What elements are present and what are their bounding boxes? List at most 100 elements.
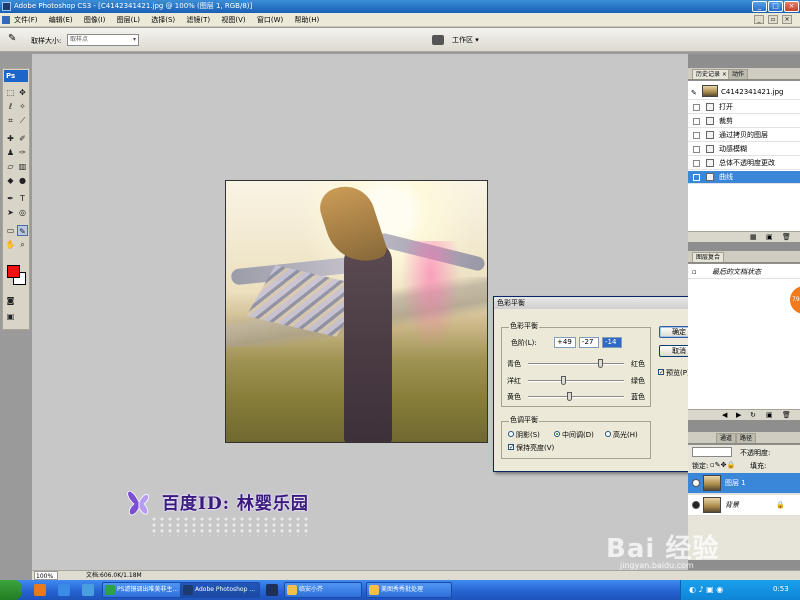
taskbar-task-active[interactable]: Adobe Photoshop ...	[180, 582, 260, 598]
trash-icon[interactable]: 🗑	[782, 233, 791, 241]
doc-close-button[interactable]: ×	[782, 15, 792, 24]
preview-checkbox[interactable]: ✓	[658, 369, 664, 376]
move-tool-icon[interactable]: ✥	[17, 87, 28, 98]
history-source-checkbox[interactable]	[693, 118, 700, 125]
slider-magenta-green-thumb[interactable]	[561, 376, 567, 385]
clone-stamp-tool-icon[interactable]: ♟	[5, 147, 16, 158]
screen-mode-icon[interactable]: ▣	[5, 311, 16, 322]
pen-tool-icon[interactable]: ✒	[5, 193, 16, 204]
slider-yellow-blue-track[interactable]	[528, 396, 624, 398]
level-cyan-red-input[interactable]: +49	[554, 337, 576, 348]
tab-channels[interactable]: 通道	[716, 433, 737, 443]
hand-tool-icon[interactable]: ✋	[5, 239, 16, 250]
history-source-checkbox[interactable]	[693, 104, 700, 111]
dodge-tool-icon[interactable]: ●	[17, 175, 28, 186]
window-title-bar[interactable]: Adobe Photoshop CS3 - [C4142341421.jpg @…	[0, 0, 800, 13]
slider-yellow-blue-thumb[interactable]	[567, 392, 573, 401]
new-document-icon[interactable]: ▦	[750, 233, 757, 241]
marquee-tool-icon[interactable]: ⬚	[5, 87, 16, 98]
type-tool-icon[interactable]: T	[17, 193, 28, 204]
taskbar-task[interactable]: 临安小芥	[284, 582, 362, 598]
menu-file[interactable]: 文件(F)	[14, 16, 38, 24]
lock-icons[interactable]: ▫✎✥🔒	[710, 461, 735, 469]
tab-paths[interactable]: 路径	[736, 433, 757, 443]
zoom-field[interactable]: 100%	[34, 571, 58, 580]
history-item[interactable]: 打开	[688, 101, 800, 114]
preserve-luminosity-label[interactable]: 保持亮度(V)	[516, 443, 554, 453]
eye-icon[interactable]	[692, 479, 700, 487]
radio-highlights-label[interactable]: 高光(H)	[613, 430, 638, 440]
level-yellow-blue-input[interactable]: -14	[602, 337, 622, 348]
radio-shadows-label[interactable]: 阴影(S)	[516, 430, 540, 440]
menu-window[interactable]: 窗口(W)	[257, 16, 283, 24]
crop-tool-icon[interactable]: ⌗	[5, 115, 16, 126]
quick-mask-icon[interactable]: ◙	[5, 295, 16, 306]
doc-minimize-button[interactable]: _	[754, 15, 764, 24]
update-icon[interactable]: ↻	[750, 411, 756, 419]
layer-row-selected[interactable]: 图层 1	[688, 473, 800, 494]
taskbar-app-icon[interactable]	[266, 584, 278, 596]
menu-select[interactable]: 选择(S)	[151, 16, 175, 24]
notes-tool-icon[interactable]: ▭	[5, 225, 16, 236]
tab-history[interactable]: 历史记录 ×	[692, 69, 731, 79]
history-source-checkbox[interactable]	[693, 146, 700, 153]
history-item[interactable]: 通过拷贝的图层	[688, 129, 800, 142]
tab-actions[interactable]: 动作	[728, 69, 749, 79]
brush-tool-icon[interactable]: ✐	[17, 133, 28, 144]
menu-image[interactable]: 图像(I)	[84, 16, 106, 24]
next-icon[interactable]: ▶	[736, 411, 741, 419]
new-comp-icon[interactable]: ▣	[766, 411, 773, 419]
dialog-title[interactable]: 色彩平衡	[494, 297, 708, 309]
slice-tool-icon[interactable]: ⟋	[17, 115, 28, 126]
maximize-button[interactable]: □	[768, 1, 783, 12]
quicklaunch-ie-icon[interactable]	[58, 584, 70, 596]
document-menu-icon[interactable]	[2, 16, 10, 24]
close-button[interactable]: ×	[784, 1, 799, 12]
menu-filter[interactable]: 滤镜(T)	[186, 16, 210, 24]
history-item[interactable]: 动感模糊	[688, 143, 800, 156]
healing-brush-tool-icon[interactable]: ✚	[5, 133, 16, 144]
tab-layer-comps[interactable]: 图层复合	[692, 252, 725, 262]
slider-magenta-green-track[interactable]	[528, 380, 624, 382]
sample-size-select[interactable]: 取样点 ▾	[67, 34, 139, 46]
magic-wand-tool-icon[interactable]: ✧	[17, 101, 28, 112]
layer-comp-row[interactable]: ▫ 最后的文档状态	[688, 266, 800, 279]
gradient-tool-icon[interactable]: ▥	[17, 161, 28, 172]
history-source-checkbox[interactable]	[693, 160, 700, 167]
preview-label[interactable]: 预览(P)	[666, 368, 690, 378]
taskbar-task[interactable]: 美图秀秀批处理	[366, 582, 452, 598]
path-selection-tool-icon[interactable]: ➤	[5, 207, 16, 218]
lasso-tool-icon[interactable]: ℓ	[5, 101, 16, 112]
menu-view[interactable]: 视图(V)	[221, 16, 245, 24]
quicklaunch-icon[interactable]	[34, 584, 46, 596]
workspace-icon[interactable]	[432, 35, 444, 45]
menu-help[interactable]: 帮助(H)	[294, 16, 319, 24]
shape-tool-icon[interactable]: ◎	[17, 207, 28, 218]
start-button[interactable]	[0, 580, 22, 600]
doc-restore-button[interactable]: ▫	[768, 15, 778, 24]
taskbar-task[interactable]: PS滤镜调出唯美非主...	[102, 582, 188, 598]
doc-size-info[interactable]: 文档:606.0K/1.18M	[86, 571, 142, 580]
minimize-button[interactable]: _	[752, 1, 767, 12]
tray-icons[interactable]: ◐ ♪ ▣ ◉	[689, 585, 723, 594]
eyedropper-icon[interactable]: ✎	[8, 33, 16, 44]
previous-icon[interactable]: ◀	[722, 411, 727, 419]
foreground-color-swatch[interactable]	[7, 265, 20, 278]
history-item-selected[interactable]: 曲线	[688, 171, 800, 184]
eye-icon[interactable]	[692, 501, 700, 509]
preserve-luminosity-checkbox[interactable]: ✓	[508, 444, 514, 451]
history-snapshot[interactable]: ✎ C4142341421.jpg	[688, 83, 800, 100]
menu-edit[interactable]: 编辑(E)	[49, 16, 73, 24]
zoom-tool-icon[interactable]: ⌕	[17, 239, 28, 250]
layer-row[interactable]: 背景 🔒	[688, 495, 800, 516]
quicklaunch-icon[interactable]	[82, 584, 94, 596]
history-item[interactable]: 总体不透明度更改	[688, 157, 800, 170]
history-brush-tool-icon[interactable]: ✑	[17, 147, 28, 158]
eyedropper-tool-icon[interactable]: ✎	[17, 225, 28, 236]
trash-icon[interactable]: 🗑	[782, 411, 791, 419]
slider-cyan-red-thumb[interactable]	[597, 359, 603, 368]
radio-midtones-label[interactable]: 中间调(D)	[562, 430, 594, 440]
eraser-tool-icon[interactable]: ▱	[5, 161, 16, 172]
radio-highlights[interactable]	[605, 431, 611, 437]
radio-shadows[interactable]	[508, 431, 514, 437]
